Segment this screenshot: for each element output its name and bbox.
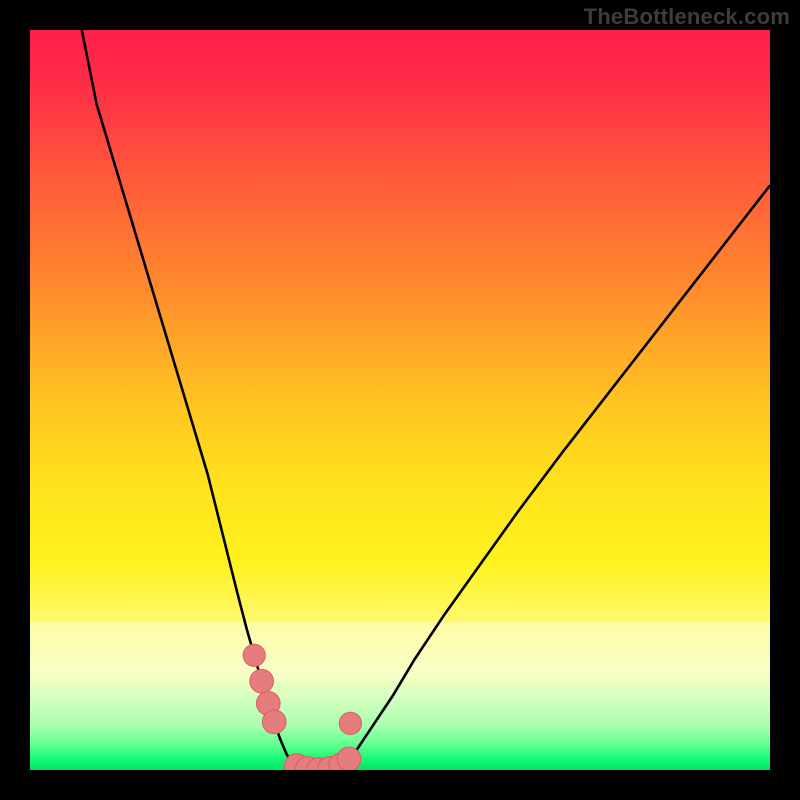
plot-svg — [30, 30, 770, 770]
pale-band — [30, 622, 770, 681]
marker-dot — [250, 669, 274, 693]
marker-dot — [243, 644, 265, 666]
plot-area — [30, 30, 770, 770]
marker-dot — [337, 747, 361, 770]
watermark-label: TheBottleneck.com — [584, 4, 790, 30]
chart-frame: TheBottleneck.com — [0, 0, 800, 800]
marker-dot — [262, 710, 286, 734]
marker-dot — [339, 712, 361, 734]
